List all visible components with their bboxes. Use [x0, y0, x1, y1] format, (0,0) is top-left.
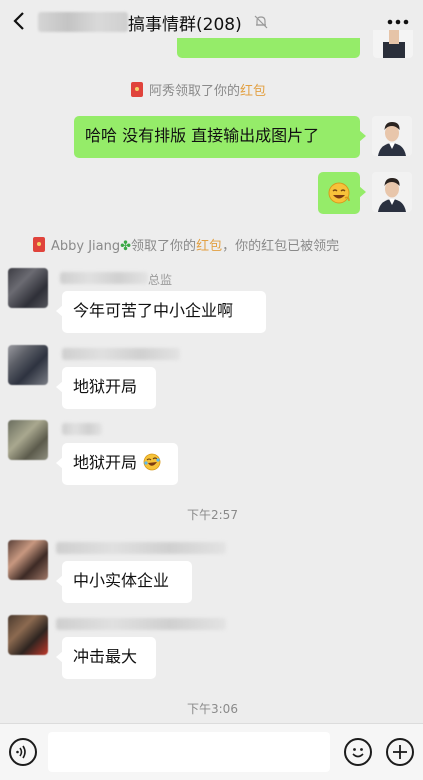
avatar[interactable] — [373, 30, 413, 58]
avatar[interactable] — [8, 540, 48, 580]
my-avatar[interactable] — [372, 116, 412, 156]
sender-name-blur — [56, 618, 226, 630]
redpacket-link[interactable]: 红包 — [196, 239, 222, 254]
message-input[interactable] — [48, 732, 330, 772]
avatar[interactable] — [8, 420, 48, 460]
system-message: Abby Jiang✤领取了你的红包，你的红包已被领完 — [33, 235, 339, 254]
avatar[interactable] — [8, 268, 48, 308]
voice-icon — [16, 745, 26, 759]
system-message: 阿秀领取了你的红包 — [131, 80, 266, 99]
my-avatar[interactable] — [372, 172, 412, 212]
incoming-message[interactable]: 地狱开局 — [56, 443, 178, 485]
more-icon[interactable] — [384, 12, 412, 32]
avatar[interactable] — [8, 345, 48, 385]
sender-name-blur — [60, 272, 148, 284]
partial-outgoing-bubble[interactable] — [177, 38, 360, 58]
incoming-message[interactable]: 今年可苦了中小企业啊 — [56, 291, 266, 333]
input-bar — [0, 723, 423, 780]
redpacket-link[interactable]: 红包 — [240, 84, 266, 99]
sender-name-blur — [56, 542, 226, 554]
timestamp: 下午2:57 — [187, 508, 238, 522]
redpacket-icon — [131, 82, 143, 97]
redpacket-icon — [33, 237, 45, 252]
grin-emoji — [328, 182, 350, 204]
outgoing-emoji-message[interactable] — [318, 172, 366, 214]
voice-button[interactable] — [9, 738, 37, 766]
outgoing-message[interactable]: 哈哈 没有排版 直接输出成图片了 — [74, 116, 366, 158]
incoming-message[interactable]: 中小实体企业 — [56, 561, 192, 603]
sys-text: 领取了你的 — [175, 84, 241, 99]
clover-emoji: ✤ — [120, 239, 132, 254]
incoming-message[interactable]: 冲击最大 — [56, 637, 156, 679]
mute-bell-icon — [254, 15, 268, 29]
sender-name-blur — [62, 423, 102, 435]
avatar[interactable] — [8, 615, 48, 655]
laugh-cry-emoji — [143, 453, 161, 471]
plus-icon — [393, 745, 407, 759]
blurred-region — [38, 12, 128, 32]
sys-text: 领取了你的 — [131, 239, 197, 254]
emoji-icon — [352, 748, 364, 758]
sender-name-blur — [62, 348, 180, 360]
back-icon[interactable] — [8, 9, 32, 33]
sys-suffix: ，你的红包已被领完 — [222, 239, 340, 254]
plus-button[interactable] — [386, 738, 414, 766]
timestamp: 下午3:06 — [187, 702, 238, 716]
chat-title: 搞事情群(208) — [128, 15, 242, 35]
sender-name-suffix: 总监 — [148, 273, 173, 287]
emoji-button[interactable] — [344, 738, 372, 766]
incoming-message[interactable]: 地狱开局 — [56, 367, 156, 409]
sys-name: Abby Jiang — [51, 239, 121, 254]
sys-name: 阿秀 — [149, 84, 176, 99]
message-text: 地狱开局 — [73, 453, 138, 472]
